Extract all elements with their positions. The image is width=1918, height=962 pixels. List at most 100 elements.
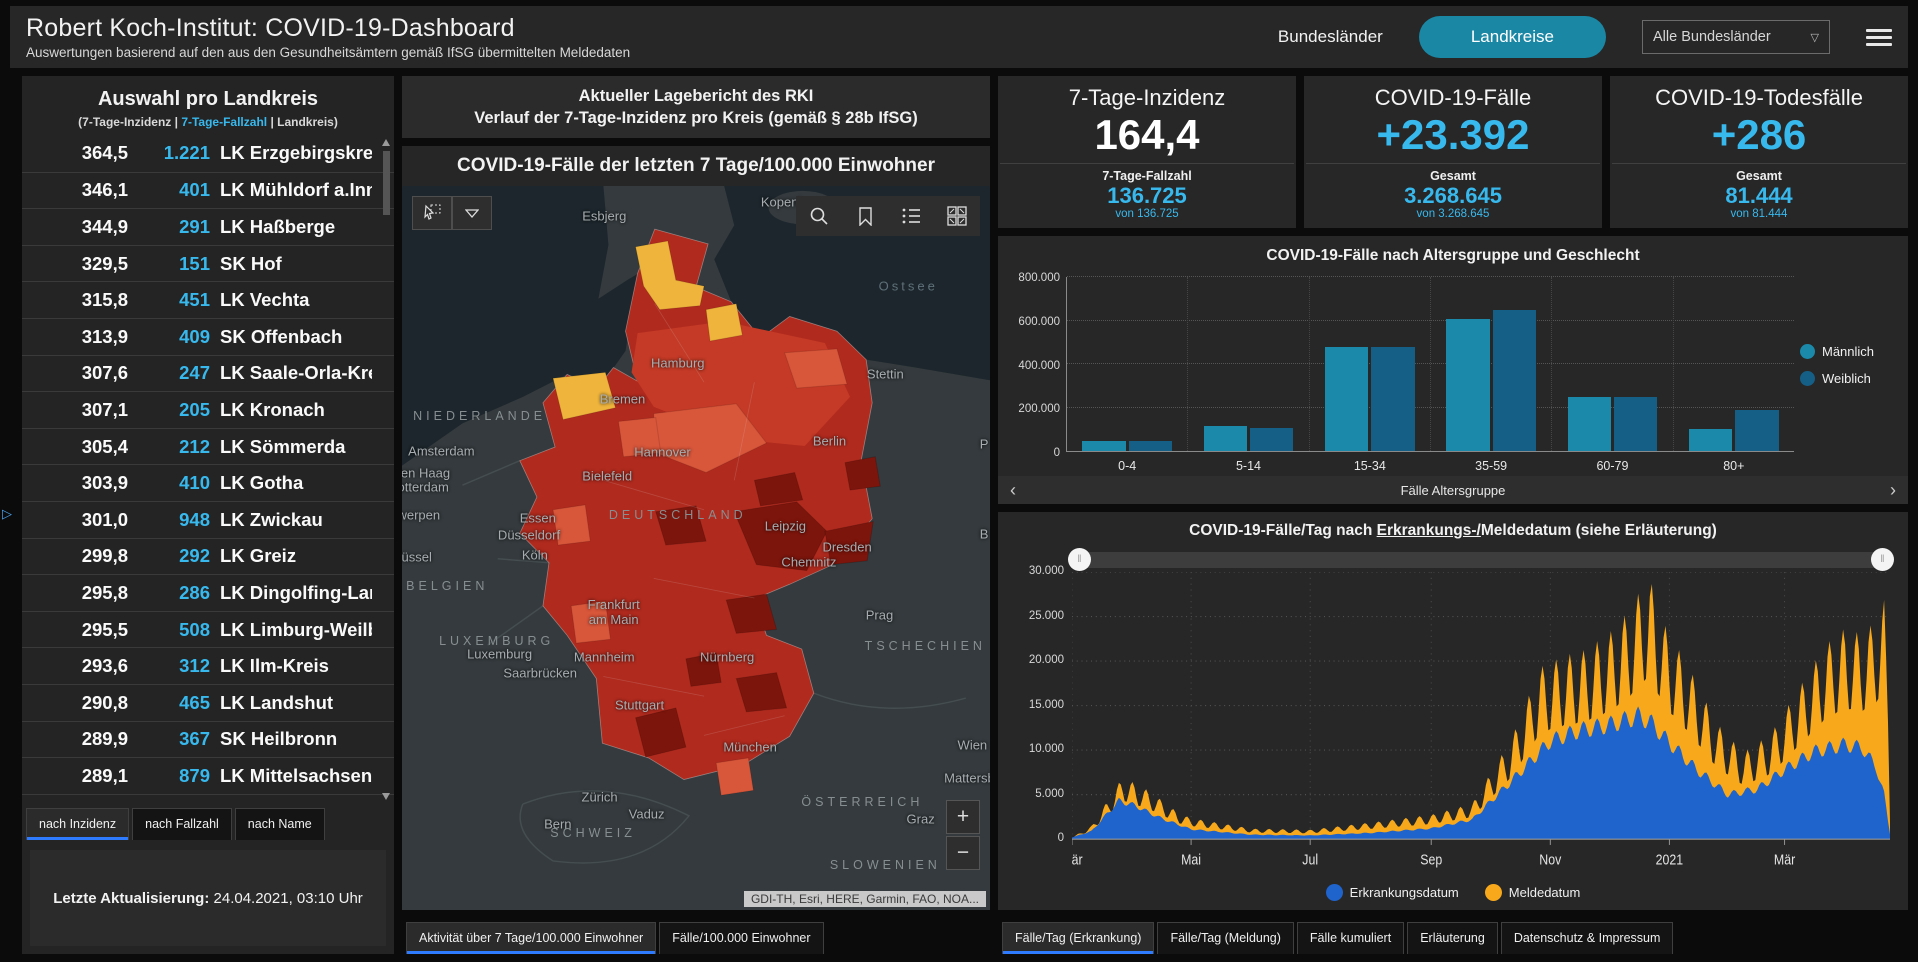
bundesland-select-value: Alle Bundesländer [1653, 29, 1771, 45]
incidence-value: 295,8 [32, 582, 128, 604]
bar-männlich[interactable] [1204, 426, 1247, 451]
scroll-down-icon[interactable] [382, 793, 390, 800]
bar-weiblich[interactable] [1493, 310, 1536, 451]
stat-value: +286 [1610, 113, 1908, 157]
age-group[interactable]: 0-4 [1067, 277, 1188, 451]
map-search-button[interactable] [796, 196, 842, 236]
search-icon [809, 206, 829, 226]
right-column: 7-Tage-Inzidenz 164,4 7-Tage-Fallzahl 13… [998, 76, 1908, 954]
map-tab-1[interactable]: Fälle/100.000 Einwohner [659, 922, 823, 954]
map-bookmark-button[interactable] [842, 196, 888, 236]
expand-panel-icon[interactable]: ▷ [2, 506, 12, 522]
list-item[interactable]: 364,51.221LK Erzgebirgskreis [22, 135, 394, 172]
ts-ytick: 0 [1058, 832, 1064, 844]
scroll-thumb[interactable] [383, 151, 390, 215]
scrollbar[interactable] [380, 135, 393, 804]
list-item[interactable]: 315,8451LK Vechta [22, 281, 394, 318]
bundesland-select[interactable]: Alle Bundesländer ▽ [1642, 20, 1830, 54]
sort-tab-1[interactable]: nach Fallzahl [132, 808, 232, 840]
zoom-in-button[interactable]: + [946, 800, 980, 834]
collapse-rail[interactable]: ▷ [0, 76, 14, 954]
age-y-axis: 0200.000400.000600.000800.000 [1008, 277, 1066, 452]
cases-value: 410 [138, 472, 210, 494]
list-item[interactable]: 313,9409SK Offenbach [22, 318, 394, 355]
scroll-up-icon[interactable] [382, 139, 390, 146]
stat-sub-value: 81.444 [1610, 183, 1908, 208]
menu-icon[interactable] [1866, 25, 1892, 50]
landkreis-sidebar: Auswahl pro Landkreis (7-Tage-Inzidenz |… [22, 76, 394, 954]
time-range-slider[interactable]: ‖ ‖ [1072, 552, 1890, 568]
bar-weiblich[interactable] [1250, 428, 1293, 451]
age-group[interactable]: 35-59 [1431, 277, 1552, 451]
right-tab-4[interactable]: Datenschutz & Impressum [1501, 922, 1674, 954]
list-item[interactable]: 288,3451SK Herne [22, 794, 394, 804]
list-item[interactable]: 289,1879LK Mittelsachsen [22, 757, 394, 794]
bar-männlich[interactable] [1689, 429, 1732, 451]
stat-sub-label: 7-Tage-Fallzahl [998, 169, 1296, 183]
incidence-value: 301,0 [32, 509, 128, 531]
sort-tab-0[interactable]: nach Inzidenz [26, 808, 129, 840]
slider-handle-right[interactable]: ‖ [1871, 548, 1894, 571]
map-tool-dropdown[interactable] [452, 196, 492, 230]
list-item[interactable]: 329,5151SK Hof [22, 245, 394, 282]
age-group[interactable]: 5-14 [1188, 277, 1309, 451]
list-item[interactable]: 290,8465LK Landshut [22, 684, 394, 721]
list-item[interactable]: 346,1401LK Mühldorf a.Inn [22, 172, 394, 209]
list-item[interactable]: 307,1205LK Kronach [22, 391, 394, 428]
bar-männlich[interactable] [1325, 347, 1368, 451]
list-item[interactable]: 295,5508LK Limburg-Weilburg [22, 611, 394, 648]
right-tab-0[interactable]: Fälle/Tag (Erkrankung) [1002, 922, 1154, 954]
map-toolbar [796, 196, 980, 236]
right-tab-1[interactable]: Fälle/Tag (Meldung) [1157, 922, 1293, 954]
stat-sub-label: Gesamt [1304, 169, 1602, 183]
landkreis-name: LK Haßberge [220, 216, 372, 238]
landkreis-name: LK Kronach [220, 399, 372, 421]
age-group[interactable]: 15-34 [1310, 277, 1431, 451]
bar-männlich[interactable] [1082, 441, 1125, 451]
age-plot: 0-45-1415-3435-5960-7980+ [1066, 277, 1794, 452]
list-item[interactable]: 299,8292LK Greiz [22, 538, 394, 575]
age-group[interactable]: 60-79 [1552, 277, 1673, 451]
bar-männlich[interactable] [1446, 319, 1489, 451]
bar-weiblich[interactable] [1129, 441, 1172, 451]
bar-weiblich[interactable] [1735, 410, 1778, 451]
map-tab-0[interactable]: Aktivität über 7 Tage/100.000 Einwohner [406, 922, 656, 954]
incidence-value: 290,8 [32, 692, 128, 714]
bar-weiblich[interactable] [1614, 397, 1657, 451]
legend-item: Erkrankungsdatum [1326, 884, 1459, 901]
zoom-out-button[interactable]: − [946, 836, 980, 870]
cases-value: 291 [138, 216, 210, 238]
list-item[interactable]: 289,9367SK Heilbronn [22, 721, 394, 758]
ts-ytick: 30.000 [1029, 565, 1064, 577]
age-category-label: 60-79 [1552, 459, 1672, 473]
legend-item: Männlich [1800, 344, 1902, 359]
nav-landkreise[interactable]: Landkreise [1419, 16, 1606, 58]
map-select-tool[interactable] [412, 196, 452, 230]
right-tab-3[interactable]: Erläuterung [1407, 922, 1498, 954]
sort-tab-2[interactable]: nach Name [235, 808, 325, 840]
list-item[interactable]: 307,6247LK Saale-Orla-Kreis [22, 355, 394, 392]
map-basemap-button[interactable] [934, 196, 980, 236]
sidebar-sort-tabs: nach Inzidenznach Fallzahlnach Name [22, 804, 394, 840]
list-item[interactable]: 305,4212LK Sömmerda [22, 428, 394, 465]
pager-next-icon[interactable]: › [1878, 480, 1908, 501]
list-item[interactable]: 301,0948LK Zwickau [22, 501, 394, 538]
list-item[interactable]: 295,8286LK Dingolfing-Landau [22, 574, 394, 611]
pager-prev-icon[interactable]: ‹ [998, 480, 1028, 501]
stat-value: 164,4 [998, 113, 1296, 157]
lagebericht-banner[interactable]: Aktueller Lagebericht des RKI Verlauf de… [402, 76, 990, 138]
right-tab-2[interactable]: Fälle kumuliert [1297, 922, 1404, 954]
list-item[interactable]: 344,9291LK Haßberge [22, 208, 394, 245]
slider-handle-left[interactable]: ‖ [1068, 548, 1091, 571]
germany-map[interactable]: EsbjergKopenhagenOstseeHamburgStettinBre… [402, 186, 990, 910]
bar-weiblich[interactable] [1371, 347, 1414, 451]
list-item[interactable]: 303,9410LK Gotha [22, 464, 394, 501]
age-group[interactable]: 80+ [1674, 277, 1794, 451]
nav-bundeslaender[interactable]: Bundesländer [1278, 27, 1383, 47]
map-legend-button[interactable] [888, 196, 934, 236]
list-item[interactable]: 293,6312LK Ilm-Kreis [22, 647, 394, 684]
bar-männlich[interactable] [1568, 397, 1611, 451]
cases-value: 286 [138, 582, 210, 604]
landkreis-name: LK Greiz [220, 545, 372, 567]
incidence-value: 307,6 [32, 362, 128, 384]
